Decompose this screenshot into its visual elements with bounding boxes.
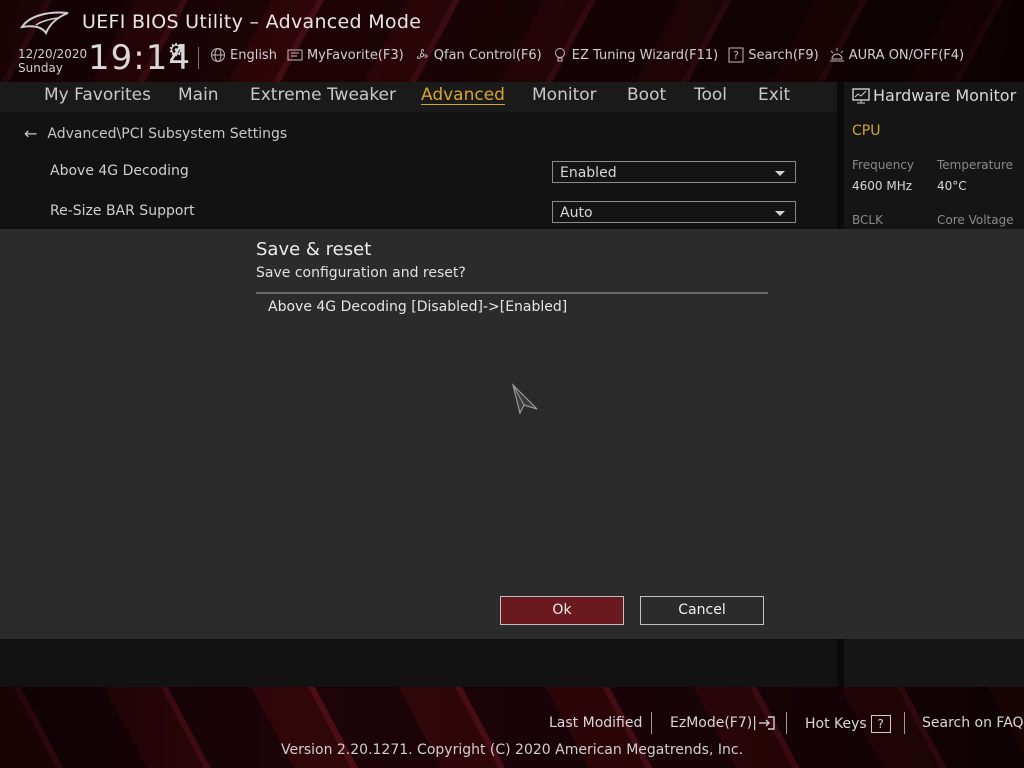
favorite-icon [287, 49, 303, 61]
qfan-control-label: Qfan Control(F6) [433, 47, 542, 63]
header-divider [198, 47, 199, 69]
search-faq-button[interactable]: Search on FAQ [922, 715, 1024, 731]
change-list-item: Above 4G Decoding [Disabled]->[Enabled] [268, 299, 568, 315]
ok-button[interactable]: Ok [500, 596, 624, 625]
above-4g-decoding-select[interactable]: Enabled [552, 161, 796, 183]
breadcrumb: ← Advanced\PCI Subsystem Settings [24, 124, 287, 143]
search-help-icon: ? [728, 47, 744, 63]
main-nav: My Favorites Main Extreme Tweaker Advanc… [0, 82, 837, 113]
tab-exit[interactable]: Exit [758, 85, 790, 105]
tab-extreme-tweaker[interactable]: Extreme Tweaker [250, 85, 396, 105]
tab-tool[interactable]: Tool [694, 85, 727, 105]
day-text: Sunday [18, 61, 63, 75]
bclk-label: BCLK [852, 213, 883, 227]
aura-toggle-button[interactable]: AURA ON/OFF(F4) [829, 47, 964, 63]
frequency-value: 4600 MHz [852, 179, 913, 193]
myfavorite-label: MyFavorite(F3) [306, 47, 404, 63]
bulb-icon [554, 48, 565, 62]
ez-tuning-wizard-label: EZ Tuning Wizard(F11) [571, 47, 719, 63]
hot-keys-button[interactable]: Hot Keys ? [805, 715, 891, 733]
ezmode-button[interactable]: EzMode(F7)| [670, 715, 776, 731]
svg-text:?: ? [733, 49, 739, 62]
breadcrumb-path: Advanced\PCI Subsystem Settings [47, 125, 288, 142]
rog-logo-icon [20, 11, 69, 36]
last-modified-button[interactable]: Last Modified [549, 715, 642, 731]
date-display: 12/20/2020 Sunday [18, 47, 87, 75]
aura-icon [829, 48, 844, 62]
footer-divider [904, 712, 905, 734]
dialog-divider [256, 292, 768, 294]
globe-icon [211, 48, 225, 62]
resize-bar-support-value: Auto [560, 205, 593, 221]
search-button[interactable]: ? Search(F9) [728, 47, 819, 63]
tab-boot[interactable]: Boot [627, 85, 666, 105]
app-title: UEFI BIOS Utility – Advanced Mode [82, 11, 422, 33]
qfan-control-button[interactable]: Qfan Control(F6) [414, 47, 542, 63]
aura-label: AURA ON/OFF(F4) [848, 47, 965, 63]
dialog-title: Save & reset [256, 239, 372, 260]
help-key-icon: ? [870, 715, 891, 733]
hardware-monitor-header: Hardware Monitor [852, 86, 1016, 105]
language-button[interactable]: English [210, 47, 277, 63]
mouse-pointer-icon [511, 383, 538, 415]
language-label: English [230, 47, 277, 63]
chevron-down-icon [775, 171, 785, 176]
copyright-text: Version 2.20.1271. Copyright (C) 2020 Am… [280, 742, 744, 758]
tab-main[interactable]: Main [178, 85, 219, 105]
hot-keys-label: Hot Keys [805, 716, 867, 732]
core-voltage-label: Core Voltage [937, 213, 1014, 227]
frequency-label: Frequency [852, 158, 914, 172]
above-4g-decoding-value: Enabled [560, 165, 617, 181]
monitor-icon [852, 87, 870, 103]
footer-bar: Last Modified EzMode(F7)| Hot Keys ? Sea… [0, 687, 1024, 768]
footer-divider [651, 712, 652, 734]
setting-label-above-4g: Above 4G Decoding [50, 163, 189, 179]
back-arrow-icon[interactable]: ← [24, 124, 37, 143]
header-toolbar: English MyFavorite(F3) Qfan Control(F6) … [210, 47, 974, 63]
gear-icon[interactable]: ⚙ [168, 40, 184, 61]
chevron-down-icon [775, 211, 785, 216]
save-reset-dialog: Save & reset Save configuration and rese… [0, 229, 1024, 639]
exit-arrow-icon [758, 716, 775, 730]
cancel-button[interactable]: Cancel [640, 596, 764, 625]
hardware-monitor-title: Hardware Monitor [873, 86, 1017, 105]
ezmode-label: EzMode(F7)| [670, 715, 757, 731]
temperature-value: 40°C [937, 179, 967, 193]
resize-bar-support-select[interactable]: Auto [552, 201, 796, 223]
footer-divider [786, 712, 787, 734]
dialog-subtitle: Save configuration and reset? [256, 265, 466, 281]
myfavorite-button[interactable]: MyFavorite(F3) [287, 47, 404, 63]
ez-tuning-wizard-button[interactable]: EZ Tuning Wizard(F11) [552, 47, 718, 63]
tab-my-favorites[interactable]: My Favorites [44, 85, 151, 105]
header-bar: UEFI BIOS Utility – Advanced Mode 12/20/… [0, 0, 1024, 82]
temperature-label: Temperature [937, 158, 1014, 172]
fan-icon [416, 48, 428, 59]
setting-label-resize-bar: Re-Size BAR Support [50, 203, 195, 219]
tab-monitor[interactable]: Monitor [532, 85, 597, 105]
tab-advanced[interactable]: Advanced [421, 85, 505, 105]
cpu-section-title: CPU [852, 123, 881, 139]
date-text: 12/20/2020 [18, 47, 88, 61]
search-label: Search(F9) [748, 47, 819, 63]
